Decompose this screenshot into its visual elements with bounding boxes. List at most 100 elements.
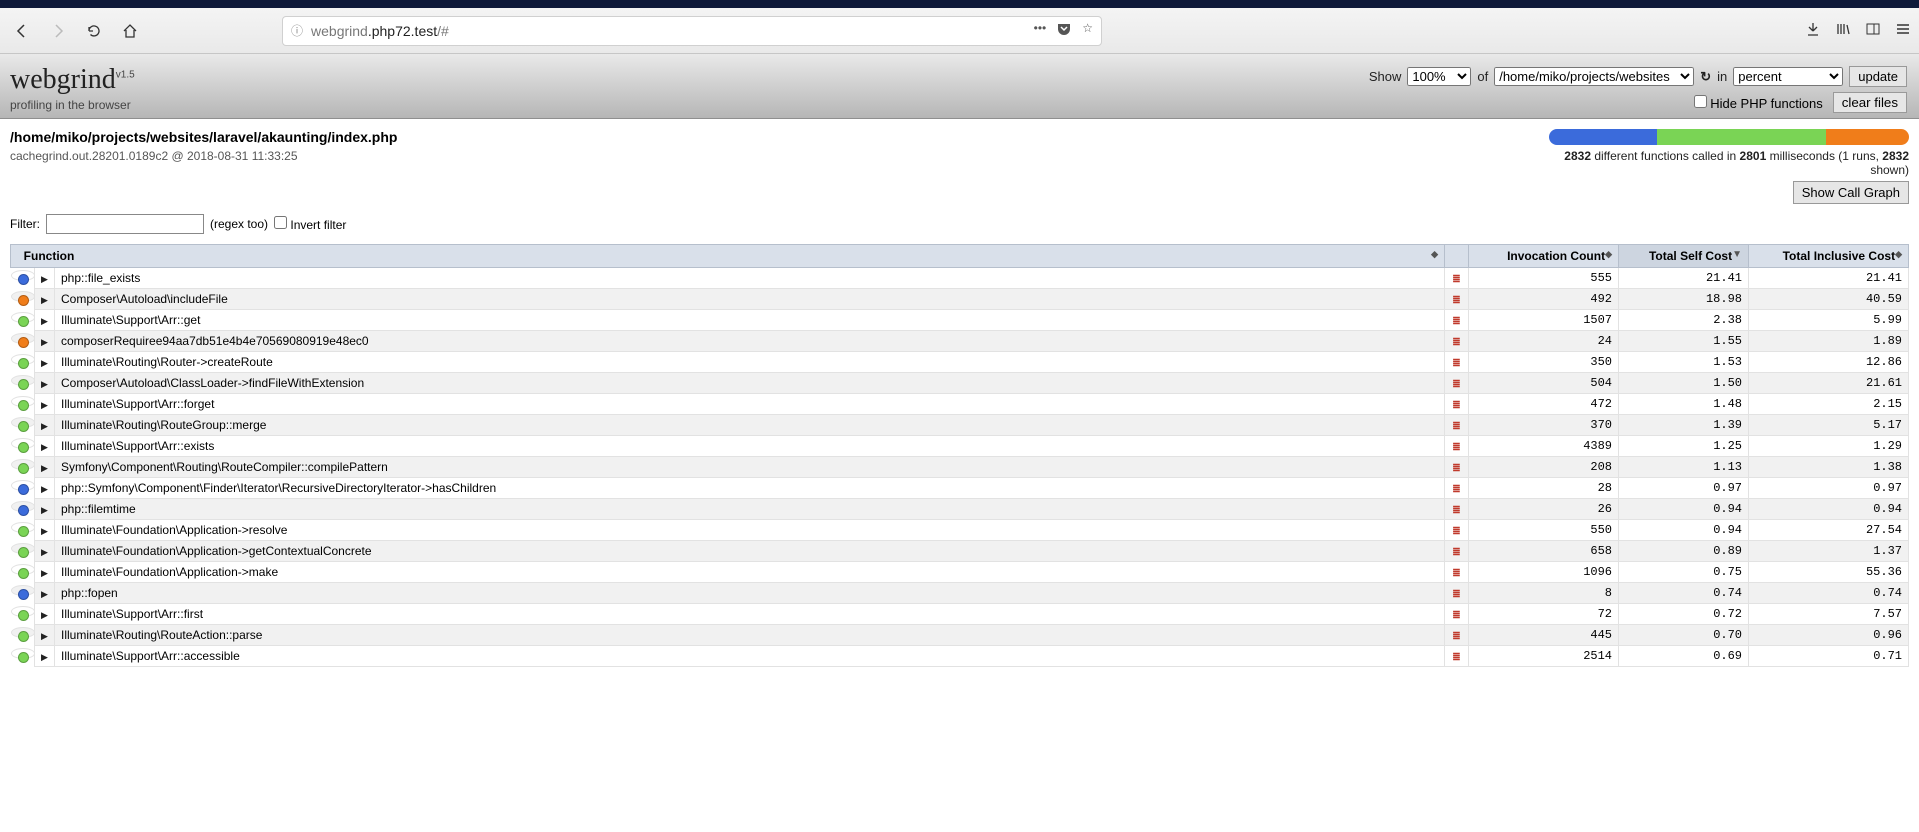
- table-row: ▶php::fopen≣80.740.74: [11, 583, 1909, 604]
- invert-filter-label[interactable]: Invert filter: [274, 216, 346, 232]
- expand-toggle[interactable]: ▶: [35, 604, 55, 625]
- function-name[interactable]: Illuminate\Routing\RouteAction::parse: [55, 625, 1445, 646]
- menu-icon[interactable]: [1895, 21, 1911, 40]
- function-name[interactable]: Illuminate\Foundation\Application->resol…: [55, 520, 1445, 541]
- line-link-icon[interactable]: ≣: [1445, 478, 1469, 499]
- function-name[interactable]: php::fopen: [55, 583, 1445, 604]
- type-dot: [11, 354, 35, 365]
- expand-toggle[interactable]: ▶: [35, 625, 55, 646]
- line-link-icon[interactable]: ≣: [1445, 562, 1469, 583]
- type-dot: [11, 312, 35, 323]
- invocation-value: 26: [1469, 499, 1619, 520]
- function-name[interactable]: Illuminate\Support\Arr::forget: [55, 394, 1445, 415]
- line-link-icon[interactable]: ≣: [1445, 520, 1469, 541]
- sidebar-icon[interactable]: [1865, 21, 1881, 40]
- reload-button[interactable]: [80, 17, 108, 45]
- line-link-icon[interactable]: ≣: [1445, 646, 1469, 667]
- line-link-icon[interactable]: ≣: [1445, 373, 1469, 394]
- function-name[interactable]: Illuminate\Foundation\Application->make: [55, 562, 1445, 583]
- clear-files-button[interactable]: clear files: [1833, 92, 1907, 113]
- expand-toggle[interactable]: ▶: [35, 457, 55, 478]
- page-actions-icon[interactable]: •••: [1034, 21, 1047, 40]
- col-function[interactable]: ◆ Function: [11, 245, 1445, 268]
- expand-toggle[interactable]: ▶: [35, 415, 55, 436]
- function-name[interactable]: php::file_exists: [55, 268, 1445, 289]
- function-name[interactable]: Illuminate\Routing\RouteGroup::merge: [55, 415, 1445, 436]
- function-name[interactable]: Illuminate\Support\Arr::accessible: [55, 646, 1445, 667]
- function-name[interactable]: Composer\Autoload\ClassLoader->findFileW…: [55, 373, 1445, 394]
- expand-toggle[interactable]: ▶: [35, 331, 55, 352]
- type-dot: [11, 375, 35, 386]
- function-name[interactable]: php::Symfony\Component\Finder\Iterator\R…: [55, 478, 1445, 499]
- library-icon[interactable]: [1835, 21, 1851, 40]
- downloads-icon[interactable]: [1805, 21, 1821, 40]
- invert-filter-checkbox[interactable]: [274, 216, 287, 229]
- expand-toggle[interactable]: ▶: [35, 499, 55, 520]
- of-label: of: [1477, 69, 1488, 84]
- line-link-icon[interactable]: ≣: [1445, 541, 1469, 562]
- expand-toggle[interactable]: ▶: [35, 583, 55, 604]
- refresh-icon[interactable]: ↻: [1700, 69, 1711, 85]
- app-subtitle: profiling in the browser: [10, 98, 1909, 112]
- expand-toggle[interactable]: ▶: [35, 478, 55, 499]
- expand-toggle[interactable]: ▶: [35, 541, 55, 562]
- expand-toggle[interactable]: ▶: [35, 646, 55, 667]
- filter-input[interactable]: [46, 214, 204, 234]
- site-info-icon[interactable]: ⓘ: [291, 22, 303, 39]
- function-name[interactable]: composerRequiree94aa7db51e4b4e7056908091…: [55, 331, 1445, 352]
- inclusive-cost-value: 55.36: [1749, 562, 1909, 583]
- function-name[interactable]: php::filemtime: [55, 499, 1445, 520]
- col-inclusive-cost[interactable]: Total Inclusive Cost ◆: [1749, 245, 1909, 268]
- expand-toggle[interactable]: ▶: [35, 268, 55, 289]
- show-call-graph-button[interactable]: Show Call Graph: [1793, 181, 1909, 204]
- line-link-icon[interactable]: ≣: [1445, 457, 1469, 478]
- url-bar[interactable]: ⓘ webgrind.php72.test/# ••• ☆: [282, 16, 1102, 46]
- line-link-icon[interactable]: ≣: [1445, 625, 1469, 646]
- format-select[interactable]: percent: [1733, 67, 1843, 86]
- line-link-icon[interactable]: ≣: [1445, 604, 1469, 625]
- function-name[interactable]: Illuminate\Routing\Router->createRoute: [55, 352, 1445, 373]
- line-link-icon[interactable]: ≣: [1445, 436, 1469, 457]
- line-link-icon[interactable]: ≣: [1445, 499, 1469, 520]
- line-link-icon[interactable]: ≣: [1445, 352, 1469, 373]
- pocket-icon[interactable]: [1056, 21, 1072, 40]
- function-name[interactable]: Illuminate\Support\Arr::get: [55, 310, 1445, 331]
- inclusive-cost-value: 2.15: [1749, 394, 1909, 415]
- function-name[interactable]: Illuminate\Support\Arr::first: [55, 604, 1445, 625]
- col-self-cost[interactable]: Total Self Cost ▼: [1619, 245, 1749, 268]
- bookmark-star-icon[interactable]: ☆: [1082, 21, 1093, 40]
- function-name[interactable]: Symfony\Component\Routing\RouteCompiler:…: [55, 457, 1445, 478]
- line-link-icon[interactable]: ≣: [1445, 289, 1469, 310]
- update-button[interactable]: update: [1849, 66, 1907, 87]
- percent-select[interactable]: 100%: [1407, 67, 1471, 86]
- function-name[interactable]: Composer\Autoload\includeFile: [55, 289, 1445, 310]
- line-link-icon[interactable]: ≣: [1445, 415, 1469, 436]
- inclusive-cost-value: 5.17: [1749, 415, 1909, 436]
- expand-toggle[interactable]: ▶: [35, 310, 55, 331]
- line-link-icon[interactable]: ≣: [1445, 394, 1469, 415]
- function-name[interactable]: Illuminate\Foundation\Application->getCo…: [55, 541, 1445, 562]
- expand-toggle[interactable]: ▶: [35, 394, 55, 415]
- hide-php-checkbox[interactable]: [1694, 95, 1707, 108]
- file-select[interactable]: /home/miko/projects/websites: [1494, 67, 1694, 86]
- function-name[interactable]: Illuminate\Support\Arr::exists: [55, 436, 1445, 457]
- col-invocation[interactable]: Invocation Count ◆: [1469, 245, 1619, 268]
- line-link-icon[interactable]: ≣: [1445, 331, 1469, 352]
- line-link-icon[interactable]: ≣: [1445, 268, 1469, 289]
- self-cost-value: 0.89: [1619, 541, 1749, 562]
- inclusive-cost-value: 7.57: [1749, 604, 1909, 625]
- expand-toggle[interactable]: ▶: [35, 436, 55, 457]
- hide-php-checkbox-label[interactable]: Hide PHP functions: [1694, 95, 1823, 111]
- line-link-icon[interactable]: ≣: [1445, 310, 1469, 331]
- back-button[interactable]: [8, 17, 36, 45]
- invocation-value: 492: [1469, 289, 1619, 310]
- expand-toggle[interactable]: ▶: [35, 289, 55, 310]
- expand-toggle[interactable]: ▶: [35, 352, 55, 373]
- expand-toggle[interactable]: ▶: [35, 562, 55, 583]
- type-dot: [11, 480, 35, 491]
- expand-toggle[interactable]: ▶: [35, 373, 55, 394]
- line-link-icon[interactable]: ≣: [1445, 583, 1469, 604]
- forward-button[interactable]: [44, 17, 72, 45]
- home-button[interactable]: [116, 17, 144, 45]
- expand-toggle[interactable]: ▶: [35, 520, 55, 541]
